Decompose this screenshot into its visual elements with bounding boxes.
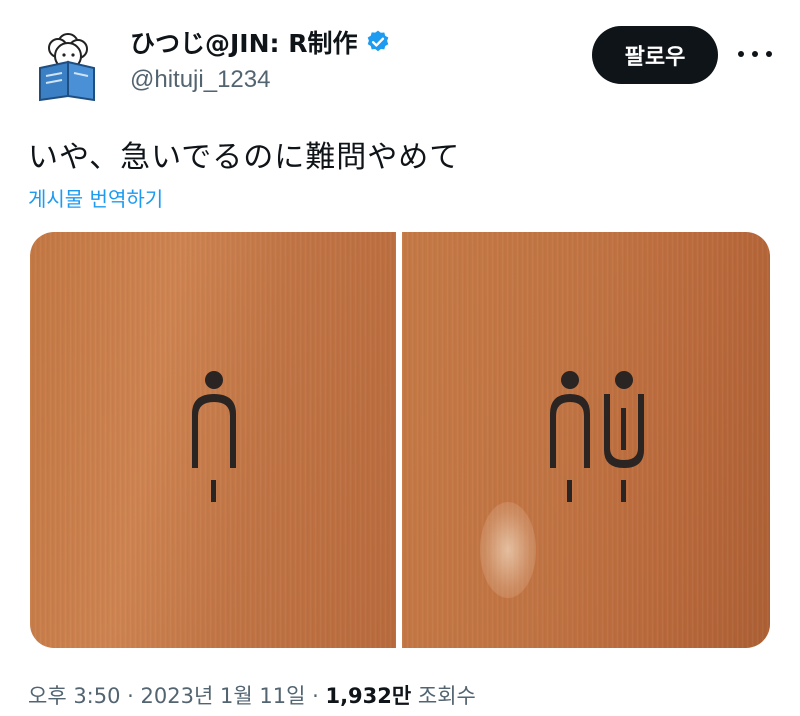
author-handle[interactable]: @hituji_1234 [130,66,270,94]
tweet-meta: 오후 3:50 · 2023년 1월 11일 · 1,932만 조회수 [28,680,476,710]
avatar[interactable] [28,22,108,102]
two-figures-sign-icon [550,371,644,502]
tweet-text: いや、急いでるのに難問やめて [28,140,461,175]
translate-post-link[interactable]: 게시물 번역하기 [28,183,163,212]
views-count: 1,932만 [325,684,412,708]
post-date[interactable]: 2023년 1월 11일 [141,684,306,708]
photo-restroom-sign-single[interactable] [30,232,396,648]
verified-badge-icon [368,30,389,52]
tweet-media[interactable] [30,232,770,648]
sheep-reading-icon [39,33,95,102]
follow-button[interactable]: 팔로우 [592,26,718,84]
meta-separator: · [312,684,319,708]
meta-separator: · [127,684,134,708]
single-figure-sign-icon [192,371,236,502]
dot [738,51,744,57]
display-name-text[interactable]: ひつじ@JIN: R制作 [130,24,357,60]
author-display-name[interactable]: ひつじ@JIN: R制作 [130,24,391,60]
photo-restroom-sign-double[interactable] [402,232,770,648]
dot [752,51,758,57]
post-time[interactable]: 오후 3:50 [28,684,120,708]
surface-smudge [480,502,536,598]
dot [766,51,772,57]
views-label: 조회수 [417,684,476,708]
more-horizontal-icon[interactable] [738,44,772,64]
